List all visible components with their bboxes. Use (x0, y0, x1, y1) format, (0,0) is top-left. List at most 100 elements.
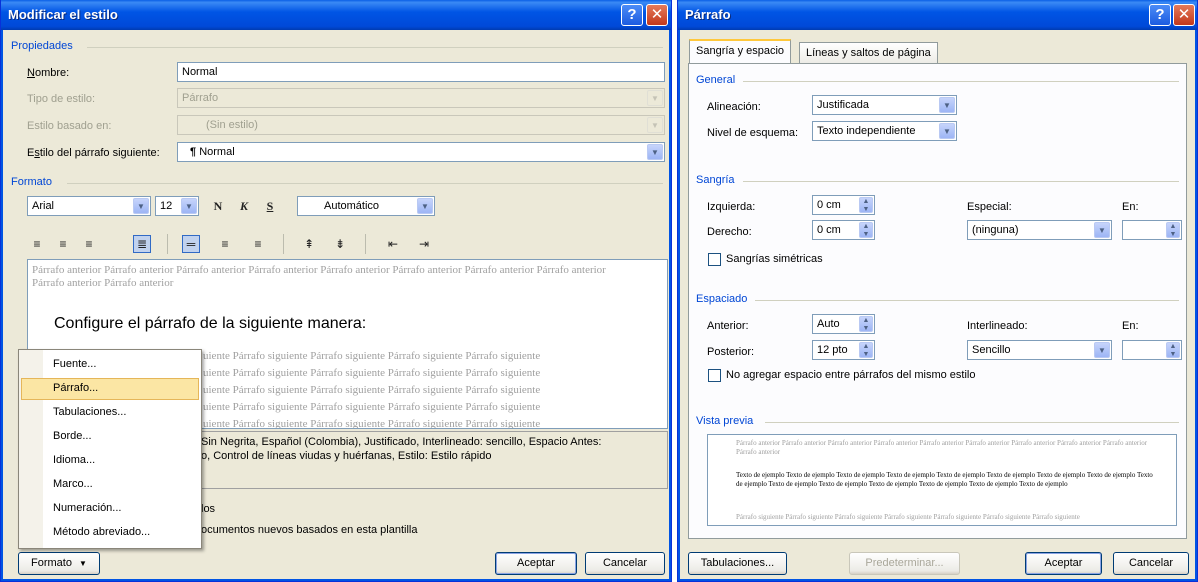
menu-item-language[interactable]: Idioma... (21, 450, 199, 472)
preview-previous-paragraph: Párrafo anterior Párrafo anterior Párraf… (32, 264, 606, 289)
based-on-label: Estilo basado en: (27, 120, 112, 132)
decrease-indent-icon[interactable]: ⇤ (384, 235, 402, 253)
divider (743, 181, 1179, 182)
help-button[interactable]: ? (621, 4, 643, 26)
preview-next-line: uiente Párrafo siguiente Párrafo siguien… (203, 350, 541, 362)
option-label: ocumentos nuevos basados en esta plantil… (201, 524, 418, 536)
special-select[interactable]: (ninguna) ▼ (967, 220, 1112, 240)
chevron-down-icon: ▼ (1094, 342, 1110, 358)
general-group-label: General (696, 74, 736, 86)
line-spacing-onehalf-icon[interactable]: ≡ (216, 235, 234, 253)
style-type-label: Tipo de estilo: (27, 93, 96, 105)
menu-item-shortcut[interactable]: Método abreviado... (21, 522, 199, 544)
align-left-icon[interactable]: ≡ (28, 235, 46, 253)
indent-right-input[interactable]: 0 cm ▲ ▼ (812, 220, 875, 240)
close-button[interactable]: ✕ (646, 4, 668, 26)
menu-item-paragraph[interactable]: Párrafo... (21, 378, 199, 400)
close-button[interactable]: ✕ (1173, 4, 1195, 26)
space-after-icon[interactable]: ⇟ (331, 235, 349, 253)
menu-item-frame[interactable]: Marco... (21, 474, 199, 496)
preview-next-line: uiente Párrafo siguiente Párrafo siguien… (203, 384, 541, 396)
bold-button[interactable]: N (209, 197, 227, 215)
preview-next-line: uiente Párrafo siguiente Párrafo siguien… (203, 367, 541, 379)
indent-by-input[interactable]: ▲ ▼ (1122, 220, 1182, 240)
tab-panel: General Alineación: Justificada ▼ Nivel … (688, 63, 1187, 539)
next-style-value: Normal (199, 146, 235, 158)
indent-by-label: En: (1122, 201, 1139, 213)
name-input[interactable]: Normal (177, 62, 665, 82)
mirror-indents-label: Sangrías simétricas (726, 253, 823, 265)
spinner-icon[interactable]: ▲ ▼ (859, 197, 873, 213)
menu-item-tabs[interactable]: Tabulaciones... (21, 402, 199, 424)
line-spacing-single-icon[interactable]: ═ (182, 235, 200, 253)
description-line: Sin Negrita, Español (Colombia), Justifi… (201, 436, 602, 448)
alignment-select[interactable]: Justificada ▼ (812, 95, 957, 115)
font-color-value: Automático (324, 200, 380, 212)
tabs-button[interactable]: Tabulaciones... (688, 552, 787, 575)
preview-main-text: Configure el párrafo de la siguiente man… (54, 315, 367, 332)
align-justify-icon[interactable]: ≣ (133, 235, 151, 253)
line-spacing-double-icon[interactable]: ≡ (249, 235, 267, 253)
cancel-button[interactable]: Cancelar (585, 552, 665, 575)
spinner-icon[interactable]: ▲ ▼ (859, 342, 873, 358)
chevron-down-icon: ▼ (181, 198, 197, 214)
mirror-indents-checkbox[interactable] (708, 253, 721, 266)
ok-button[interactable]: Aceptar (495, 552, 577, 575)
font-size-select[interactable]: 12 ▼ (155, 196, 199, 216)
alignment-value: Justificada (817, 99, 869, 111)
format-menu-button[interactable]: Formato ▼ (18, 552, 100, 575)
space-before-input[interactable]: Auto ▲ ▼ (812, 314, 875, 334)
align-center-icon[interactable]: ≡ (54, 235, 72, 253)
modify-style-dialog: Modificar el estilo ? ✕ Propiedades Nomb… (0, 0, 672, 582)
divider (67, 183, 663, 184)
indent-left-input[interactable]: 0 cm ▲ ▼ (812, 195, 875, 215)
based-on-select: (Sin estilo) ▼ (177, 115, 665, 135)
help-button[interactable]: ? (1149, 4, 1171, 26)
dialog-title: Párrafo (685, 7, 731, 22)
no-space-same-style-checkbox[interactable] (708, 369, 721, 382)
toolbar-separator (283, 234, 284, 254)
spinner-icon[interactable]: ▲ ▼ (859, 316, 873, 332)
menu-item-numbering[interactable]: Numeración... (21, 498, 199, 520)
spinner-icon[interactable]: ▲ ▼ (1166, 222, 1180, 238)
line-spacing-label: Interlineado: (967, 320, 1028, 332)
tab-indent-spacing[interactable]: Sangría y espacio (689, 39, 792, 64)
line-spacing-select[interactable]: Sencillo ▼ (967, 340, 1112, 360)
format-button-label: Formato (31, 557, 72, 569)
format-group-label: Formato (11, 176, 52, 188)
next-style-select[interactable]: ¶ Normal ▼ (177, 142, 665, 162)
ok-button[interactable]: Aceptar (1025, 552, 1102, 575)
cancel-button[interactable]: Cancelar (1113, 552, 1189, 575)
no-space-same-style-label: No agregar espacio entre párrafos del mi… (726, 369, 976, 381)
font-select[interactable]: Arial ▼ (27, 196, 151, 216)
indent-left-value: 0 cm (817, 199, 841, 211)
name-label: Nombre: (27, 67, 70, 79)
indent-right-value: 0 cm (817, 224, 841, 236)
set-default-button[interactable]: Predeterminar... (849, 552, 960, 575)
preview-group-label: Vista previa (696, 415, 754, 427)
style-type-value: Párrafo (182, 92, 219, 104)
line-spacing-at-input[interactable]: ▲ ▼ (1122, 340, 1182, 360)
chevron-down-icon: ▼ (939, 123, 955, 139)
menu-item-font[interactable]: Fuente... (21, 354, 199, 376)
space-before-label: Anterior: (707, 320, 749, 332)
divider (743, 81, 1179, 82)
title-bar: Modificar el estilo ? ✕ (1, 0, 671, 30)
line-spacing-at-label: En: (1122, 320, 1139, 332)
space-before-icon[interactable]: ⇞ (300, 235, 318, 253)
space-after-input[interactable]: 12 pto ▲ ▼ (812, 340, 875, 360)
menu-item-border[interactable]: Borde... (21, 426, 199, 448)
increase-indent-icon[interactable]: ⇥ (415, 235, 433, 253)
outline-level-label: Nivel de esquema: (707, 127, 799, 139)
italic-button[interactable]: K (235, 197, 253, 215)
chevron-down-icon: ▼ (939, 97, 955, 113)
tab-line-page-breaks[interactable]: Líneas y saltos de página (799, 42, 938, 64)
outline-level-select[interactable]: Texto independiente ▼ (812, 121, 957, 141)
font-color-select[interactable]: Automático ▼ (297, 196, 435, 216)
chevron-down-icon: ▼ (1094, 222, 1110, 238)
alignment-label: Alineación: (707, 101, 761, 113)
spinner-icon[interactable]: ▲ ▼ (1166, 342, 1180, 358)
align-right-icon[interactable]: ≡ (80, 235, 98, 253)
underline-button[interactable]: S (261, 197, 279, 215)
spinner-icon[interactable]: ▲ ▼ (859, 222, 873, 238)
